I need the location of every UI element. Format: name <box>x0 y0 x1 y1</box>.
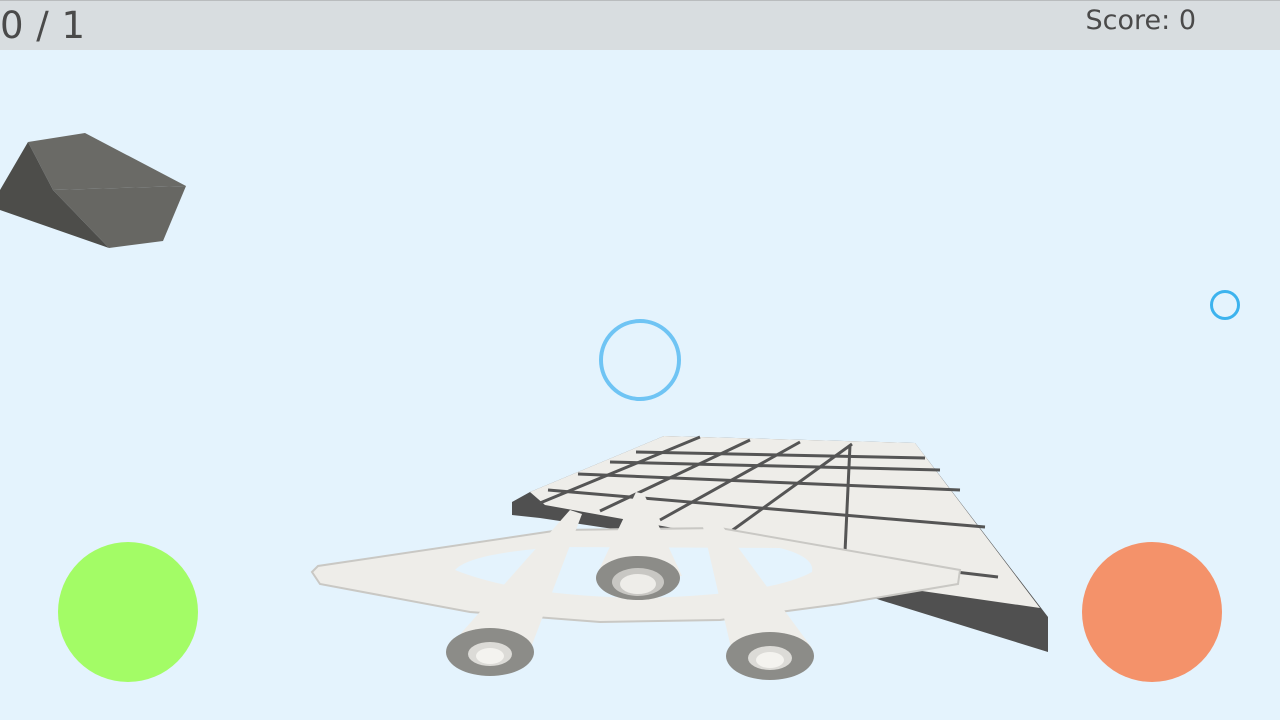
obstacle-block <box>0 133 186 248</box>
left-control-button[interactable] <box>58 542 198 682</box>
target-ring <box>1210 290 1240 320</box>
score-label: Score: 0 <box>1085 5 1196 36</box>
progress-counter: 0 / 1 <box>0 4 86 47</box>
crosshair-ring <box>599 319 681 401</box>
obstacle-top-face <box>28 133 186 190</box>
hud-bar: 0 / 1 Score: 0 <box>0 0 1280 50</box>
game-viewport[interactable]: 0 / 1 Score: 0 <box>0 0 1280 720</box>
right-control-button[interactable] <box>1082 542 1222 682</box>
